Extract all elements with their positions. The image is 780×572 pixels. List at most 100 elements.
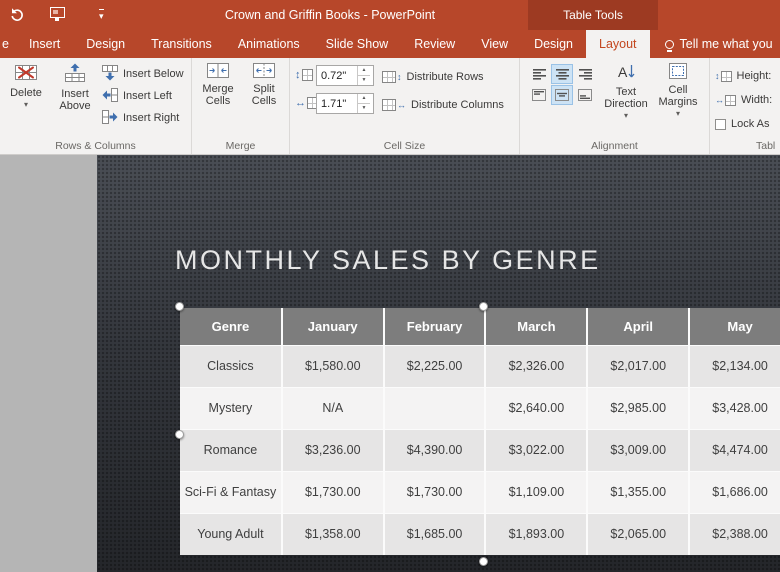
table-cell[interactable]: $2,326.00 xyxy=(485,345,589,388)
table-cell[interactable]: $2,388.00 xyxy=(689,513,780,555)
tell-me-box[interactable]: Tell me what you xyxy=(650,30,773,58)
text-direction-label: Text Direction xyxy=(604,86,648,110)
table-cell[interactable]: $4,474.00 xyxy=(689,429,780,472)
tell-me-label: Tell me what you xyxy=(679,37,773,51)
table-cell[interactable]: $4,390.00 xyxy=(383,429,487,472)
tab-file-partial[interactable]: e xyxy=(0,30,16,58)
cell-margins-icon xyxy=(669,63,687,82)
insert-above-button[interactable]: Insert Above xyxy=(52,58,98,134)
table-cell[interactable]: Sci-Fi & Fantasy xyxy=(180,471,283,514)
table-cell[interactable]: $3,236.00 xyxy=(281,429,385,472)
align-center-button[interactable] xyxy=(551,64,573,84)
table-cell[interactable]: Classics xyxy=(180,345,283,388)
table-cell[interactable]: $2,985.00 xyxy=(587,387,691,430)
table-row-romance: Romance $3,236.00 $4,390.00 $3,022.00 $3… xyxy=(180,429,780,472)
cell-height-input[interactable] xyxy=(317,66,357,85)
redo-icon[interactable] xyxy=(9,7,24,22)
tab-slide-show[interactable]: Slide Show xyxy=(313,30,402,58)
text-direction-icon: A xyxy=(617,63,635,84)
align-left-button[interactable] xyxy=(528,64,550,84)
table-cell[interactable]: $3,428.00 xyxy=(689,387,780,430)
cell-width-input[interactable] xyxy=(317,94,357,113)
tab-review[interactable]: Review xyxy=(401,30,468,58)
align-right-button[interactable] xyxy=(574,64,596,84)
table-cell[interactable]: $2,225.00 xyxy=(383,345,487,388)
delete-button[interactable]: Delete ▾ xyxy=(4,58,48,134)
align-bottom-button[interactable] xyxy=(574,85,596,105)
table-cell[interactable]: $2,134.00 xyxy=(689,345,780,388)
table-cell[interactable]: $1,730.00 xyxy=(383,471,487,514)
lock-aspect-checkbox[interactable] xyxy=(715,118,726,130)
table-resize-handle-middle-left[interactable] xyxy=(175,430,184,439)
table-cell[interactable]: $2,017.00 xyxy=(587,345,691,388)
title-bar: ▾ Crown and Griffin Books - PowerPoint T… xyxy=(0,0,780,30)
tab-table-tools-layout[interactable]: Layout xyxy=(586,30,650,58)
slideshow-icon[interactable] xyxy=(50,7,65,21)
table-cell[interactable]: $1,358.00 xyxy=(281,513,385,555)
table-resize-handle-top-center[interactable] xyxy=(479,302,488,311)
table-cell[interactable] xyxy=(383,387,487,430)
cell-height-spinner[interactable]: ▲ ▼ xyxy=(357,66,370,85)
align-middle-button[interactable] xyxy=(551,85,573,105)
insert-right-button[interactable]: Insert Right xyxy=(102,108,179,128)
table-cell[interactable]: $3,009.00 xyxy=(587,429,691,472)
group-label-rows-columns: Rows & Columns xyxy=(55,140,136,152)
delete-dropdown-icon: ▾ xyxy=(23,100,28,109)
header-cell-may[interactable]: May xyxy=(689,308,780,346)
table-resize-handle-bottom-center[interactable] xyxy=(479,557,488,566)
table-cell[interactable]: $3,022.00 xyxy=(485,429,589,472)
distribute-rows-icon: ↕ xyxy=(382,71,402,83)
tab-insert[interactable]: Insert xyxy=(16,30,73,58)
header-cell-april[interactable]: April xyxy=(587,308,691,346)
tab-animations[interactable]: Animations xyxy=(225,30,313,58)
insert-left-label: Insert Left xyxy=(123,90,172,102)
header-cell-genre[interactable]: Genre xyxy=(180,308,283,346)
insert-left-icon xyxy=(102,87,118,105)
table-cell[interactable]: $1,109.00 xyxy=(485,471,589,514)
align-center-icon xyxy=(555,68,569,80)
table-cell[interactable]: $2,065.00 xyxy=(587,513,691,555)
insert-below-button[interactable]: Insert Below xyxy=(102,64,184,84)
table-width-row: ↔ Width: xyxy=(715,90,772,110)
tab-design[interactable]: Design xyxy=(73,30,138,58)
table-cell[interactable]: $2,640.00 xyxy=(485,387,589,430)
table-cell[interactable]: N/A xyxy=(281,387,385,430)
merge-cells-button[interactable]: Merge Cells xyxy=(196,58,240,134)
table-cell[interactable]: $1,685.00 xyxy=(383,513,487,555)
insert-left-button[interactable]: Insert Left xyxy=(102,86,172,106)
cell-margins-button[interactable]: Cell Margins ▾ xyxy=(654,58,702,134)
header-cell-march[interactable]: March xyxy=(485,308,589,346)
cell-margins-label: Cell Margins xyxy=(658,84,698,108)
split-cells-button[interactable]: Split Cells xyxy=(242,58,286,134)
insert-right-icon xyxy=(102,109,118,127)
customize-toolbar-icon[interactable]: ▾ xyxy=(99,9,104,21)
group-merge: Merge Cells Split Cells Merge xyxy=(192,58,290,154)
table-cell[interactable]: Romance xyxy=(180,429,283,472)
header-cell-february[interactable]: February xyxy=(383,308,487,346)
slide-canvas[interactable]: MONTHLY SALES BY GENRE Genre January Feb… xyxy=(97,155,780,572)
table-height-label: Height: xyxy=(736,70,772,82)
table-cell[interactable]: $1,580.00 xyxy=(281,345,385,388)
table-cell[interactable]: $1,730.00 xyxy=(281,471,385,514)
tab-transitions[interactable]: Transitions xyxy=(138,30,225,58)
tab-table-tools-design[interactable]: Design xyxy=(521,30,586,58)
align-top-button[interactable] xyxy=(528,85,550,105)
tab-view[interactable]: View xyxy=(468,30,521,58)
group-label-merge: Merge xyxy=(225,140,256,152)
group-label-alignment: Alignment xyxy=(591,140,638,152)
workspace: MONTHLY SALES BY GENRE Genre January Feb… xyxy=(0,155,780,572)
table-height-icon: ↕ xyxy=(715,70,732,82)
table-row-scifi-fantasy: Sci-Fi & Fantasy $1,730.00 $1,730.00 $1,… xyxy=(180,471,780,514)
table-cell[interactable]: Young Adult xyxy=(180,513,283,555)
table-cell[interactable]: $1,355.00 xyxy=(587,471,691,514)
table-cell[interactable]: $1,893.00 xyxy=(485,513,589,555)
table-cell[interactable]: $1,686.00 xyxy=(689,471,780,514)
distribute-rows-button[interactable]: ↕ Distribute Rows xyxy=(382,67,484,87)
text-direction-button[interactable]: A Text Direction ▾ xyxy=(602,58,650,134)
table-resize-handle-top-left[interactable] xyxy=(175,302,184,311)
cell-width-spinner[interactable]: ▲ ▼ xyxy=(357,94,370,113)
table-cell[interactable]: Mystery xyxy=(180,387,283,430)
distribute-columns-button[interactable]: ↔ Distribute Columns xyxy=(382,95,504,115)
slide-title[interactable]: MONTHLY SALES BY GENRE xyxy=(175,245,601,276)
header-cell-january[interactable]: January xyxy=(281,308,385,346)
